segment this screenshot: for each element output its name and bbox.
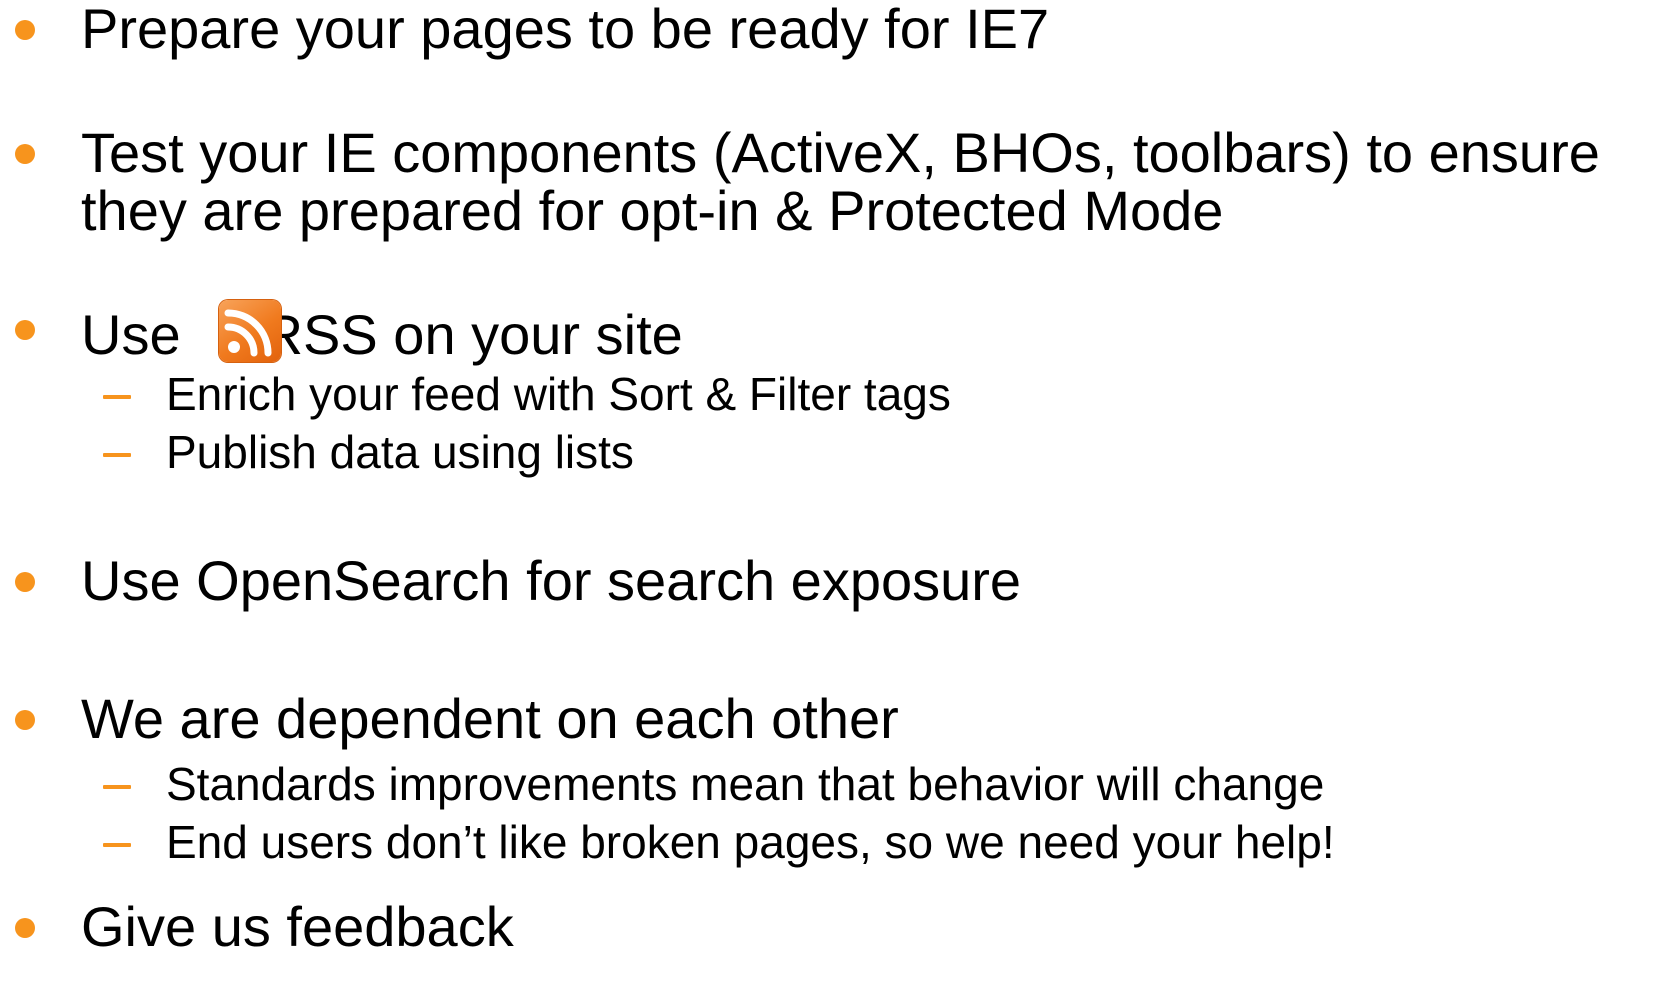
- bullet-text: We are dependent on each other: [81, 687, 899, 750]
- bullet-dot-icon: [15, 710, 35, 730]
- slide: Prepare your pages to be ready for IE7 T…: [0, 0, 1663, 1008]
- bullet-text: Use OpenSearch for search exposure: [81, 549, 1022, 612]
- bullet-dot-icon: [15, 144, 35, 164]
- bullet-dot-icon: [15, 572, 35, 592]
- dash-icon: [103, 395, 131, 399]
- bullet-text: Prepare your pages to be ready for IE7: [81, 0, 1050, 60]
- bullet-text: Use RSS on your site: [81, 300, 683, 364]
- dash-icon: [103, 843, 131, 847]
- sub-item-text: Publish data using lists: [166, 426, 634, 478]
- rss-feed-icon: [218, 300, 283, 362]
- bullet-dot-icon: [15, 320, 35, 340]
- bullet-dot-icon: [15, 918, 35, 938]
- bullet-text: Test your IE components (ActiveX, BHOs, …: [81, 124, 1661, 240]
- dash-icon: [103, 453, 131, 457]
- sub-item-text: Enrich your feed with Sort & Filter tags: [166, 368, 951, 420]
- dash-icon: [103, 785, 131, 789]
- bullet-text-line-2: they are prepared for opt-in & Protected…: [81, 179, 1224, 242]
- sub-item-text: End users don’t like broken pages, so we…: [166, 816, 1335, 868]
- sub-item-text: Standards improvements mean that behavio…: [166, 758, 1325, 810]
- bullet-text: Give us feedback: [81, 895, 514, 958]
- bullet-rest: RSS on your site: [262, 303, 683, 366]
- bullet-text-line-1: Test your IE components (ActiveX, BHOs, …: [81, 121, 1600, 184]
- bullet-prefix: Use: [81, 303, 181, 366]
- bullet-dot-icon: [15, 20, 35, 40]
